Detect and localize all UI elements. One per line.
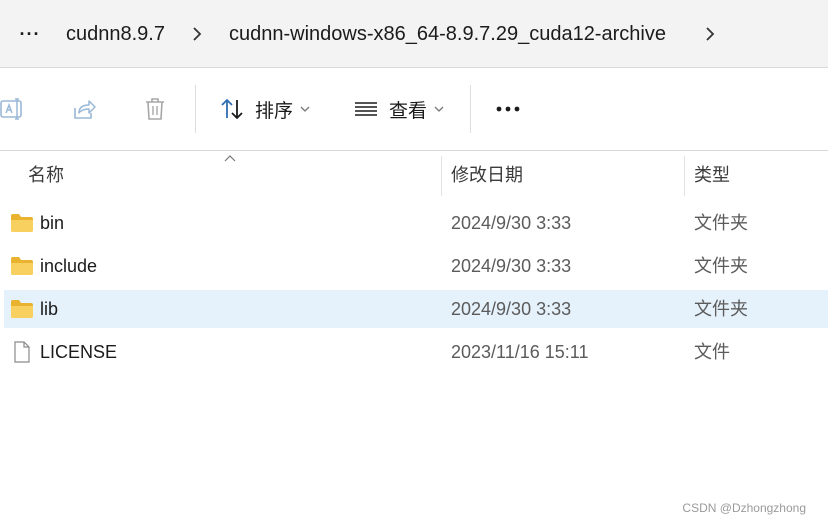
file-date: 2024/9/30 3:33 xyxy=(451,299,572,319)
file-date: 2024/9/30 3:33 xyxy=(451,256,572,276)
column-divider[interactable] xyxy=(684,156,685,196)
chevron-down-icon xyxy=(300,106,310,112)
file-type: 文件夹 xyxy=(694,213,748,233)
sort-icon xyxy=(221,99,243,119)
file-type: 文件 xyxy=(694,342,730,362)
file-icon xyxy=(14,341,30,363)
sort-ascending-icon xyxy=(224,155,236,162)
file-name: lib xyxy=(40,299,59,319)
file-name: include xyxy=(40,256,98,276)
file-row-license[interactable]: LICENSE 2023/11/16 15:11 文件 xyxy=(4,333,828,371)
view-button[interactable]: 查看 xyxy=(353,91,444,127)
file-type: 文件夹 xyxy=(694,299,748,319)
sort-label: 排序 xyxy=(255,100,294,122)
folder-icon xyxy=(11,300,33,318)
sort-button[interactable]: 排序 xyxy=(219,91,310,127)
view-list-icon xyxy=(355,102,377,116)
toolbar-divider xyxy=(195,85,196,133)
more-options-button[interactable] xyxy=(494,91,522,127)
breadcrumb-item-cudnn[interactable]: cudnn8.9.7 xyxy=(66,18,165,50)
breadcrumb-overflow-button[interactable]: ··· xyxy=(18,18,42,50)
watermark: CSDN @Dzhongzhong xyxy=(682,501,806,515)
chevron-down-icon xyxy=(434,106,444,112)
file-date: 2023/11/16 15:11 xyxy=(451,342,589,362)
file-date: 2024/9/30 3:33 xyxy=(451,213,572,233)
delete-icon xyxy=(146,98,164,120)
share-icon xyxy=(74,100,96,119)
delete-button[interactable] xyxy=(142,91,168,127)
column-divider[interactable] xyxy=(441,156,442,196)
toolbar-divider xyxy=(470,85,471,133)
folder-icon xyxy=(11,257,33,275)
file-name: LICENSE xyxy=(40,342,118,362)
file-row-bin[interactable]: bin 2024/9/30 3:33 文件夹 xyxy=(4,204,828,242)
file-type: 文件夹 xyxy=(694,256,748,276)
address-bar: ··· cudnn8.9.7 cudnn-windows-x86_64-8.9.… xyxy=(0,0,828,68)
column-header: 名称 修改日期 类型 xyxy=(0,152,828,198)
view-label: 查看 xyxy=(389,100,428,122)
command-bar: 排序 查看 xyxy=(0,69,828,151)
column-header-type[interactable]: 类型 xyxy=(694,152,730,198)
file-row-include[interactable]: include 2024/9/30 3:33 文件夹 xyxy=(4,247,828,285)
more-icon xyxy=(496,106,520,112)
file-row-lib[interactable]: lib 2024/9/30 3:33 文件夹 xyxy=(4,290,828,328)
share-button[interactable] xyxy=(71,91,97,127)
file-name: bin xyxy=(40,213,65,233)
rename-icon xyxy=(0,98,22,120)
chevron-right-icon[interactable] xyxy=(190,18,204,50)
rename-button[interactable] xyxy=(0,91,26,127)
column-header-name[interactable]: 名称 xyxy=(28,152,64,198)
breadcrumb-item-archive[interactable]: cudnn-windows-x86_64-8.9.7.29_cuda12-arc… xyxy=(229,18,666,50)
folder-icon xyxy=(11,214,33,232)
column-header-date[interactable]: 修改日期 xyxy=(451,152,523,198)
chevron-right-icon[interactable] xyxy=(703,18,717,50)
